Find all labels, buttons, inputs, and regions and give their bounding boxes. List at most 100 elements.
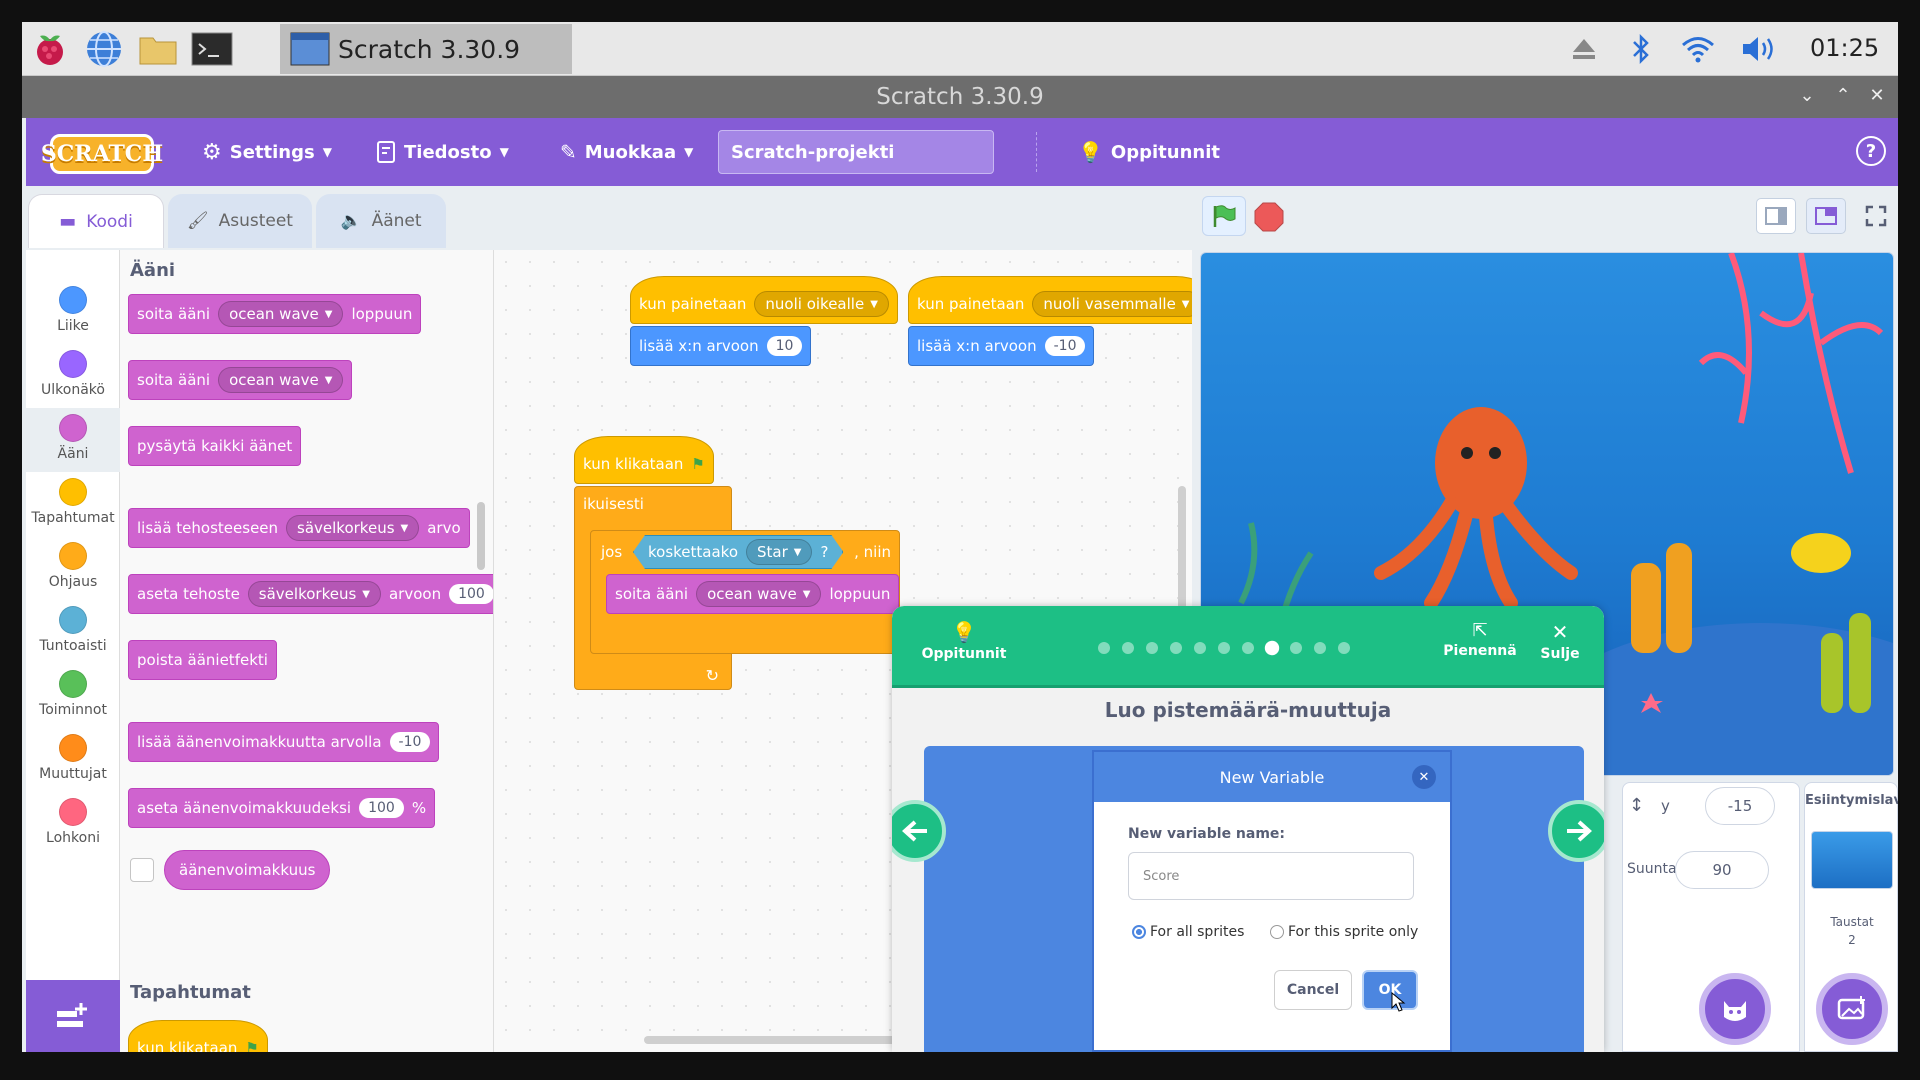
progress-dot[interactable]: [1314, 642, 1326, 654]
edit-menu[interactable]: ✎ Muokkaa ▼: [560, 118, 693, 186]
green-flag-button[interactable]: [1202, 196, 1246, 236]
category-motion[interactable]: Liike: [26, 280, 120, 344]
small-stage-button[interactable]: [1756, 198, 1796, 234]
add-extension-button[interactable]: [26, 980, 120, 1052]
close-tutorial-button[interactable]: ✕ Sulje: [1528, 620, 1592, 662]
sound-dropdown[interactable]: ocean wave ▼: [218, 367, 344, 393]
progress-dot-current[interactable]: [1264, 640, 1280, 656]
number-input[interactable]: -10: [1044, 336, 1086, 356]
tab-code[interactable]: ▬ Koodi: [28, 194, 164, 248]
code-scrollbar-vertical[interactable]: [1178, 486, 1186, 616]
help-button[interactable]: ?: [1856, 136, 1886, 166]
effect-dropdown[interactable]: sävelkorkeus ▼: [247, 581, 381, 607]
block-change-x[interactable]: lisää x:n arvoon 10: [630, 326, 812, 366]
scratch-logo[interactable]: SCRATCH: [41, 134, 163, 174]
backdrop-thumbnail[interactable]: [1811, 831, 1893, 889]
y-input[interactable]: -15: [1705, 787, 1775, 825]
choose-sprite-button[interactable]: [1699, 973, 1771, 1045]
block-change-effect[interactable]: lisää tehosteeseen sävelkorkeus ▼ arvo: [128, 508, 470, 548]
progress-dot[interactable]: [1290, 642, 1302, 654]
variable-name-input[interactable]: Score: [1128, 852, 1414, 900]
block-when-flag-clicked[interactable]: kun klikataan ⚑: [574, 436, 714, 484]
cancel-button[interactable]: Cancel: [1274, 970, 1352, 1010]
radio-for-all-sprites[interactable]: For all sprites: [1132, 924, 1244, 940]
maximize-icon[interactable]: ⌃: [1832, 85, 1854, 106]
category-my-blocks[interactable]: Lohkoni: [26, 792, 120, 856]
tab-sounds[interactable]: 🔈 Äänet: [316, 194, 446, 248]
category-label: Lohkoni: [46, 830, 100, 846]
key-dropdown[interactable]: nuoli oikealle ▼: [754, 291, 889, 317]
taskbar-scratch-task[interactable]: Scratch 3.30.9: [280, 24, 572, 74]
category-operators[interactable]: Toiminnot: [26, 664, 120, 728]
block-change-x[interactable]: lisää x:n arvoon -10: [908, 326, 1095, 366]
stop-button[interactable]: [1254, 202, 1284, 232]
block-when-key-pressed[interactable]: kun painetaan nuoli oikealle ▼: [630, 276, 898, 324]
settings-menu[interactable]: ⚙ Settings ▼: [202, 118, 332, 186]
close-window-icon[interactable]: ✕: [1866, 85, 1888, 106]
browser-icon[interactable]: [82, 28, 126, 70]
progress-dot[interactable]: [1170, 642, 1182, 654]
category-events[interactable]: Tapahtumat: [26, 472, 120, 536]
radio-for-this-sprite[interactable]: For this sprite only: [1270, 924, 1418, 940]
effect-dropdown[interactable]: sävelkorkeus ▼: [286, 515, 420, 541]
tab-costumes[interactable]: 🖌 Asusteet: [168, 194, 312, 248]
category-looks[interactable]: Ulkonäkö: [26, 344, 120, 408]
block-play-sound-until-done[interactable]: soita ääni ocean wave ▼ loppuun: [128, 294, 422, 334]
tutorials-menu[interactable]: 💡 Oppitunnit: [1078, 118, 1220, 186]
minimize-icon[interactable]: ⌄: [1796, 85, 1818, 106]
direction-input[interactable]: 90: [1675, 851, 1769, 889]
number-input[interactable]: -10: [389, 732, 431, 752]
radio-unselected-icon: [1270, 925, 1284, 939]
touch-dropdown[interactable]: Star ▼: [746, 539, 812, 565]
category-sound[interactable]: Ääni: [26, 408, 120, 472]
sound-dropdown[interactable]: ocean wave ▼: [218, 301, 344, 327]
block-start-sound[interactable]: soita ääni ocean wave ▼: [128, 360, 353, 400]
raspberry-menu-icon[interactable]: [28, 28, 72, 70]
number-input[interactable]: 100: [449, 584, 493, 604]
block-play-sound-until-done[interactable]: soita ääni ocean wave ▼ loppuun: [606, 574, 900, 614]
block-change-volume[interactable]: lisää äänenvoimakkuutta arvolla -10: [128, 722, 440, 762]
volume-icon[interactable]: [1738, 32, 1782, 66]
clock[interactable]: 01:25: [1810, 34, 1879, 62]
category-variables[interactable]: Muuttujat: [26, 728, 120, 792]
block-set-effect[interactable]: aseta tehoste sävelkorkeus ▼ arvoon 100: [128, 574, 493, 614]
key-dropdown[interactable]: nuoli vasemmalle ▼: [1032, 291, 1192, 317]
folder-icon[interactable]: [136, 28, 180, 70]
progress-dot[interactable]: [1122, 642, 1134, 654]
shrink-button[interactable]: ⇱ Pienennä: [1440, 620, 1520, 659]
normal-stage-button[interactable]: [1806, 198, 1846, 234]
number-input[interactable]: 100: [359, 798, 404, 818]
terminal-icon[interactable]: [190, 28, 234, 70]
progress-dot[interactable]: [1218, 642, 1230, 654]
sound-dropdown[interactable]: ocean wave ▼: [696, 581, 822, 607]
bluetooth-icon[interactable]: [1626, 32, 1656, 66]
progress-dot[interactable]: [1146, 642, 1158, 654]
wifi-icon[interactable]: [1678, 32, 1718, 66]
fullscreen-button[interactable]: [1856, 198, 1896, 234]
block-touching[interactable]: koskettaako Star ▼ ?: [633, 535, 843, 569]
eject-icon[interactable]: [1568, 32, 1600, 66]
category-control[interactable]: Ohjaus: [26, 536, 120, 600]
choose-backdrop-button[interactable]: [1816, 973, 1888, 1045]
palette-scrollbar[interactable]: [477, 502, 485, 570]
project-name-input[interactable]: Scratch-projekti: [718, 130, 994, 174]
volume-monitor-checkbox[interactable]: [130, 858, 154, 882]
dialog-close-icon[interactable]: ✕: [1412, 765, 1436, 789]
block-volume-reporter[interactable]: äänenvoimakkuus: [164, 850, 331, 890]
stage-target-pane[interactable]: Esiintymislava Taustat 2: [1804, 782, 1898, 1052]
next-step-button[interactable]: [1548, 800, 1604, 862]
progress-dot[interactable]: [1242, 642, 1254, 654]
block-when-flag-clicked[interactable]: kun klikataan ⚑: [128, 1020, 268, 1052]
file-menu[interactable]: Tiedosto ▼: [376, 118, 509, 186]
block-set-volume[interactable]: aseta äänenvoimakkuudeksi 100 %: [128, 788, 436, 828]
block-when-key-pressed[interactable]: kun painetaan nuoli vasemmalle ▼: [908, 276, 1192, 324]
code-scrollbar-horizontal[interactable]: [644, 1036, 934, 1044]
progress-dot[interactable]: [1098, 642, 1110, 654]
progress-dot[interactable]: [1338, 642, 1350, 654]
block-stop-all-sounds[interactable]: pysäytä kaikki äänet: [128, 426, 302, 466]
number-input[interactable]: 10: [766, 336, 803, 356]
block-clear-effects[interactable]: poista äänietfekti: [128, 640, 277, 680]
tutorials-button[interactable]: 💡 Oppitunnit: [916, 620, 1012, 662]
category-sensing[interactable]: Tuntoaisti: [26, 600, 120, 664]
progress-dot[interactable]: [1194, 642, 1206, 654]
